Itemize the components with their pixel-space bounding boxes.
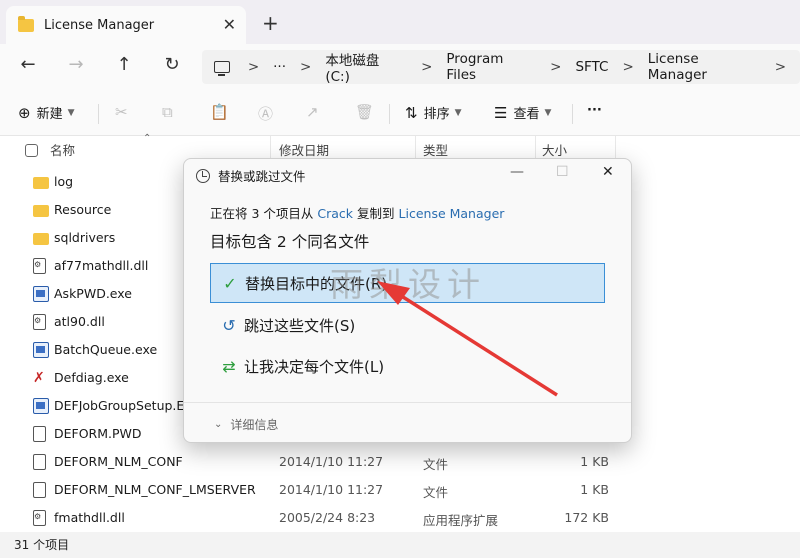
arrow-head (377, 281, 410, 305)
red-arrow-annotation (377, 281, 558, 397)
arrow-shaft (391, 288, 558, 397)
